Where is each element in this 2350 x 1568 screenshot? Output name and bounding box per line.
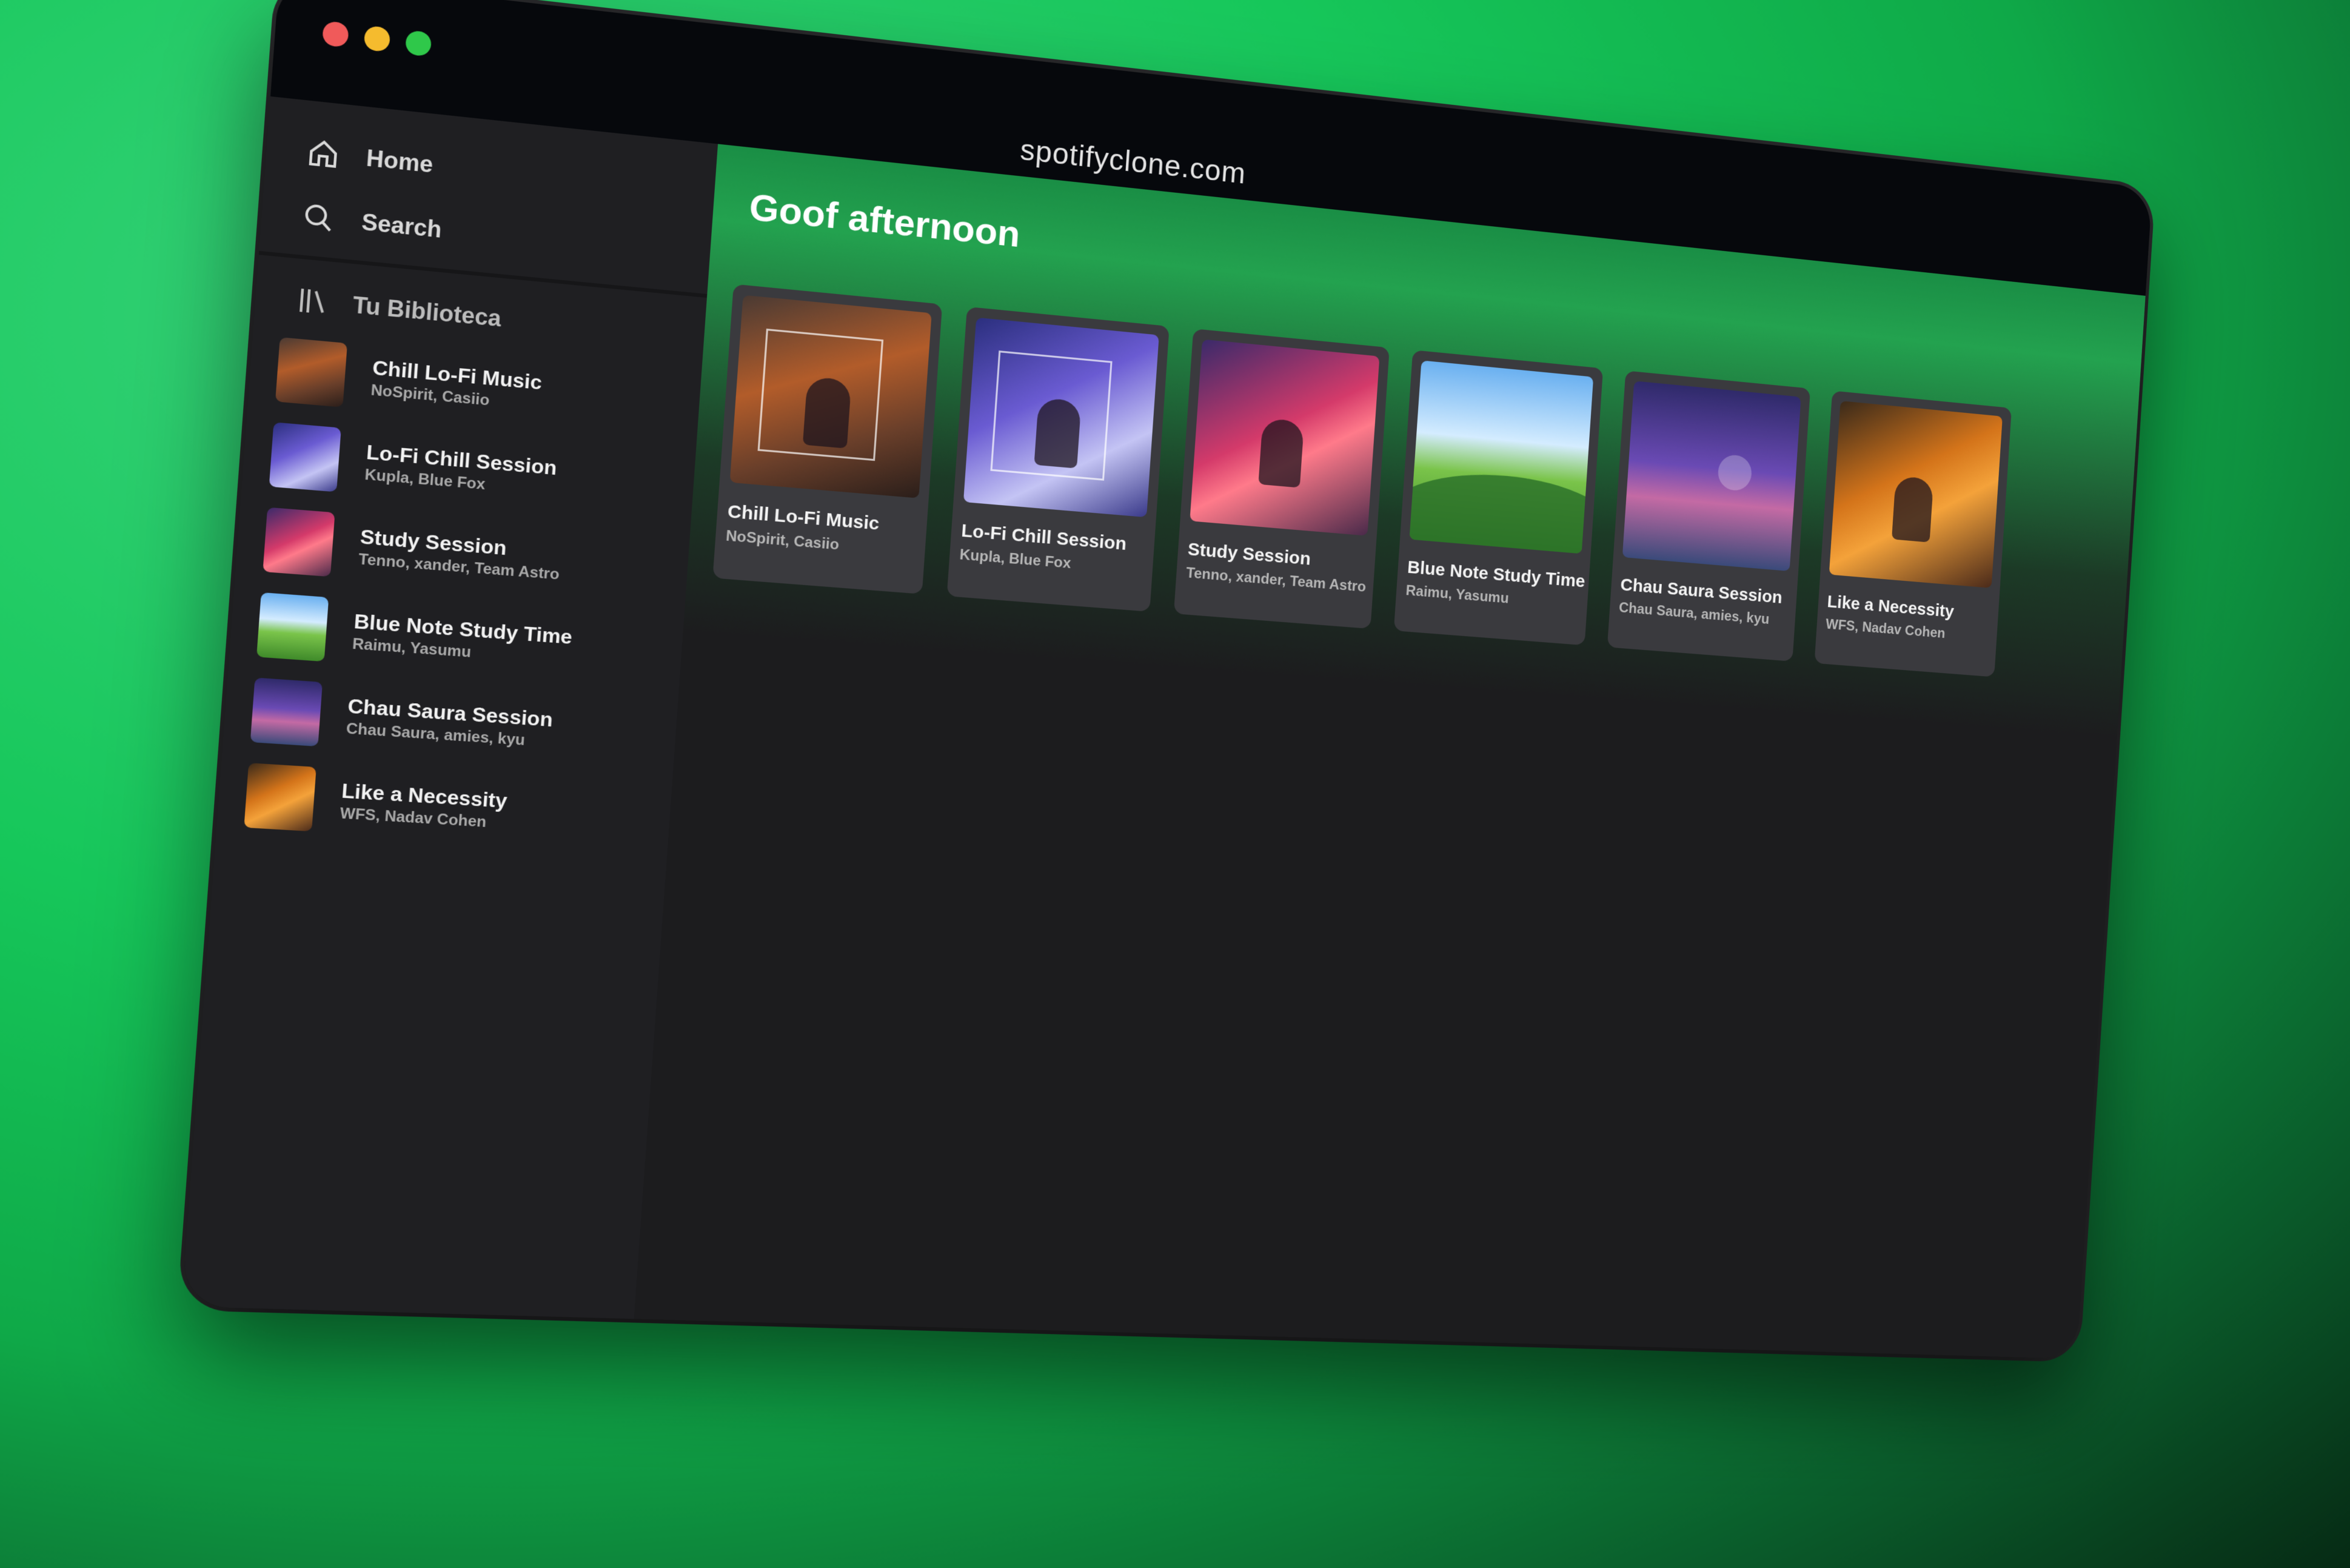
search-icon bbox=[301, 201, 336, 235]
playlist-cover bbox=[1622, 381, 1801, 571]
close-window-button[interactable] bbox=[322, 21, 349, 48]
browser-window: spotifyclone.com Home Search Tu Bibliote… bbox=[181, 0, 2152, 1359]
playlist-card[interactable]: Like a Necessity WFS, Nadav Cohen bbox=[1815, 390, 2012, 677]
main-content: Goof afternoon Chill Lo-Fi Music NoSpiri… bbox=[634, 144, 2146, 1359]
library-label: Tu Biblioteca bbox=[352, 292, 502, 332]
nav-home-label: Home bbox=[366, 145, 434, 179]
home-icon bbox=[306, 136, 341, 170]
nav-search-label: Search bbox=[361, 209, 443, 243]
playlist-cover bbox=[730, 295, 932, 498]
playlist-thumbnail bbox=[250, 677, 323, 746]
greeting-heading: Goof afternoon bbox=[748, 185, 1022, 255]
library-list: Chill Lo-Fi Music NoSpirit, Casiio Lo-Fi… bbox=[216, 324, 702, 862]
playlist-card[interactable]: Chill Lo-Fi Music NoSpirit, Casiio bbox=[712, 284, 942, 594]
minimize-window-button[interactable] bbox=[364, 25, 391, 53]
playlist-cover bbox=[1190, 340, 1379, 536]
library-icon bbox=[295, 284, 330, 318]
window-controls bbox=[322, 21, 432, 57]
playlist-cover bbox=[963, 318, 1159, 518]
playlist-thumbnail bbox=[263, 508, 335, 577]
playlist-cover bbox=[1829, 401, 2003, 588]
playlist-thumbnail bbox=[244, 763, 316, 831]
playlist-thumbnail bbox=[269, 422, 341, 492]
playlist-card[interactable]: Blue Note Study Time Raimu, Yasumu bbox=[1394, 350, 1603, 645]
maximize-window-button[interactable] bbox=[405, 30, 432, 57]
playlist-card[interactable]: Study Session Tenno, xander, Team Astro bbox=[1174, 329, 1390, 629]
playlist-cover bbox=[1409, 360, 1593, 554]
playlist-thumbnail bbox=[275, 337, 347, 407]
sidebar: Home Search Tu Biblioteca Chill Lo-Fi Mu… bbox=[181, 96, 718, 1319]
playlist-thumbnail bbox=[256, 592, 329, 662]
playlist-card[interactable]: Lo-Fi Chill Session Kupla, Blue Fox bbox=[947, 307, 1170, 612]
backdrop: spotifyclone.com Home Search Tu Bibliote… bbox=[0, 0, 2350, 1568]
playlist-card[interactable]: Chau Saura Session Chau Saura, amies, ky… bbox=[1607, 370, 1810, 662]
playlist-cards: Chill Lo-Fi Music NoSpirit, Casiio Lo-Fi… bbox=[712, 284, 2012, 677]
